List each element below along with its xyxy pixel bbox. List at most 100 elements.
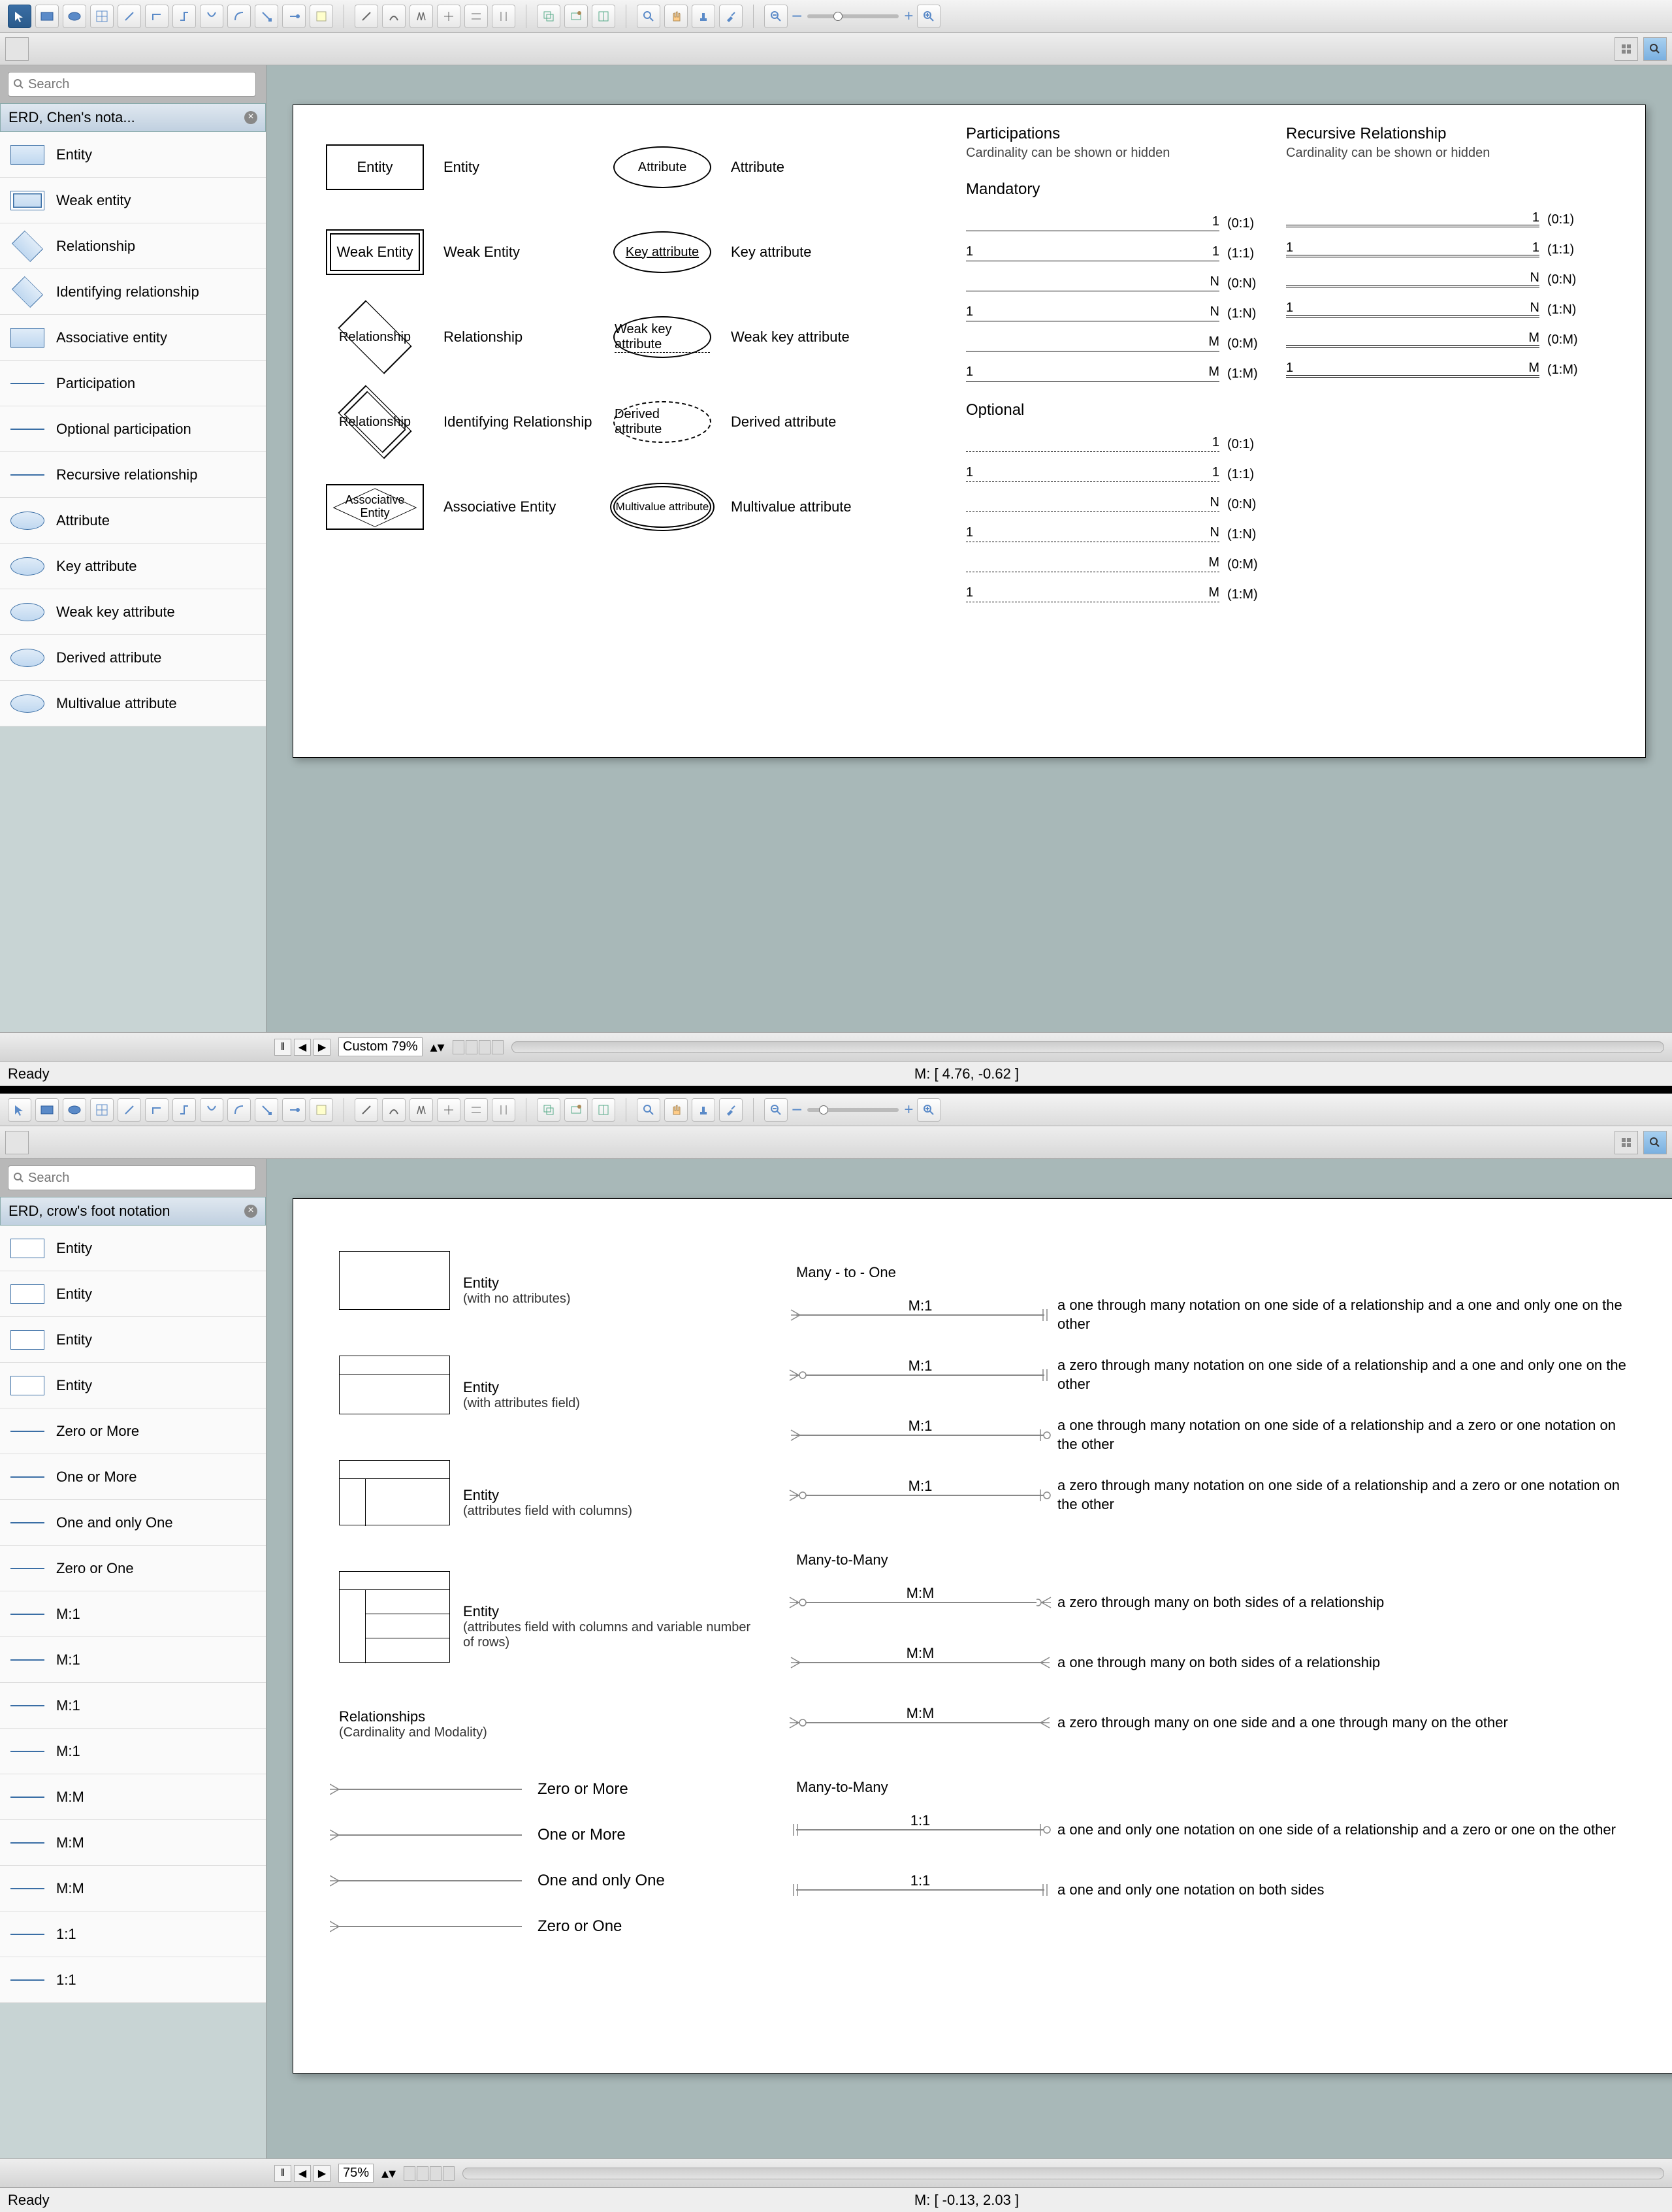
zoom-out-icon[interactable] (764, 1098, 788, 1122)
group-tool-1[interactable] (537, 5, 560, 28)
group-tool-3[interactable] (592, 1098, 615, 1122)
zoom-slider[interactable]: − + (792, 1099, 913, 1120)
sidebar-shape-item[interactable]: M:M (0, 1774, 266, 1820)
sidebar-shape-item[interactable]: Multivalue attribute (0, 681, 266, 726)
group-tool-2[interactable] (564, 1098, 588, 1122)
line-tool-2[interactable] (382, 1098, 406, 1122)
page-next[interactable]: ▶ (314, 2165, 330, 2182)
page-next[interactable]: ▶ (314, 1039, 330, 1056)
connector-tool-6[interactable] (255, 1098, 278, 1122)
sidebar-shape-item[interactable]: M:M (0, 1866, 266, 1911)
sidebar-shape-item[interactable]: One and only One (0, 1500, 266, 1546)
stamp-tool[interactable] (692, 5, 715, 28)
rect-tool[interactable] (35, 1098, 59, 1122)
group-tool-1[interactable] (537, 1098, 560, 1122)
connector-tool-5[interactable] (227, 1098, 251, 1122)
connector-tool-7[interactable] (282, 5, 306, 28)
eyedropper-tool[interactable] (719, 1098, 743, 1122)
zoom-in-icon[interactable] (917, 1098, 940, 1122)
grid-view-button[interactable] (1615, 1131, 1638, 1154)
line-tool-6[interactable] (492, 5, 515, 28)
sidebar-shape-item[interactable]: Entity (0, 1271, 266, 1317)
ellipse-tool[interactable] (63, 1098, 86, 1122)
sidebar-shape-item[interactable]: Participation (0, 361, 266, 406)
pointer-tool[interactable] (8, 1098, 31, 1122)
h-scrollbar[interactable] (511, 1041, 1664, 1053)
search-input[interactable] (8, 72, 256, 97)
page-first[interactable]: ‖ (274, 1039, 291, 1056)
line-tool-3[interactable] (410, 1098, 433, 1122)
sidebar-shape-item[interactable]: Identifying relationship (0, 269, 266, 315)
page-prev[interactable]: ◀ (294, 1039, 311, 1056)
zoom-in-tool[interactable] (637, 5, 660, 28)
sidebar-shape-item[interactable]: Key attribute (0, 544, 266, 589)
line-tool-6[interactable] (492, 1098, 515, 1122)
sidebar-shape-item[interactable]: M:1 (0, 1591, 266, 1637)
connector-tool-2[interactable] (145, 1098, 169, 1122)
panel-header[interactable]: ERD, crow's foot notation × (0, 1197, 266, 1226)
connector-tool-2[interactable] (145, 5, 169, 28)
connector-tool-7[interactable] (282, 1098, 306, 1122)
search-toggle-button[interactable] (1643, 37, 1667, 61)
panel-header[interactable]: ERD, Chen's nota... × (0, 103, 266, 132)
pointer-tool[interactable] (8, 5, 31, 28)
connector-tool-1[interactable] (118, 5, 141, 28)
table-tool[interactable] (90, 5, 114, 28)
line-tool-3[interactable] (410, 5, 433, 28)
sidebar-shape-item[interactable]: 1:1 (0, 1911, 266, 1957)
sidebar-shape-item[interactable]: M:1 (0, 1683, 266, 1729)
connector-tool-4[interactable] (200, 5, 223, 28)
sidebar-shape-item[interactable]: Entity (0, 1363, 266, 1408)
stamp-tool[interactable] (692, 1098, 715, 1122)
zoom-selector[interactable]: 75% (338, 2164, 374, 2183)
sidebar-shape-item[interactable]: Zero or One (0, 1546, 266, 1591)
canvas[interactable]: Entity (with no attributes) Entity (with… (293, 1198, 1672, 2074)
grid-view-button[interactable] (1615, 37, 1638, 61)
rect-tool[interactable] (35, 5, 59, 28)
tree-view-button[interactable] (5, 1131, 29, 1154)
sidebar-shape-item[interactable]: M:M (0, 1820, 266, 1866)
sidebar-shape-item[interactable]: Entity (0, 1226, 266, 1271)
canvas[interactable]: Entity Entity Attribute Attribute Weak E… (293, 105, 1646, 758)
zoom-in-tool[interactable] (637, 1098, 660, 1122)
connector-tool-1[interactable] (118, 1098, 141, 1122)
sidebar-shape-item[interactable]: Attribute (0, 498, 266, 544)
sidebar-shape-item[interactable]: One or More (0, 1454, 266, 1500)
sidebar-shape-item[interactable]: Derived attribute (0, 635, 266, 681)
sidebar-shape-item[interactable]: Associative entity (0, 315, 266, 361)
zoom-stepper[interactable]: ▴▾ (381, 2165, 396, 2182)
sidebar-shape-item[interactable]: Entity (0, 1317, 266, 1363)
zoom-slider[interactable]: − + (792, 6, 913, 27)
canvas-area[interactable]: Entity (with no attributes) Entity (with… (266, 1159, 1672, 2158)
connector-tool-3[interactable] (172, 5, 196, 28)
sidebar-shape-item[interactable]: Weak key attribute (0, 589, 266, 635)
ellipse-tool[interactable] (63, 5, 86, 28)
search-input[interactable] (8, 1165, 256, 1190)
zoom-selector[interactable]: Custom 79% (338, 1037, 423, 1056)
sidebar-shape-item[interactable]: Relationship (0, 223, 266, 269)
sidebar-shape-item[interactable]: Entity (0, 132, 266, 178)
connector-tool-3[interactable] (172, 1098, 196, 1122)
line-tool-5[interactable] (464, 5, 488, 28)
tree-view-button[interactable] (5, 37, 29, 61)
search-toggle-button[interactable] (1643, 1131, 1667, 1154)
sidebar-shape-item[interactable]: Optional participation (0, 406, 266, 452)
group-tool-2[interactable] (564, 5, 588, 28)
zoom-out-icon[interactable] (764, 5, 788, 28)
sidebar-shape-item[interactable]: 1:1 (0, 1957, 266, 2003)
group-tool-3[interactable] (592, 5, 615, 28)
connector-tool-6[interactable] (255, 5, 278, 28)
sidebar-shape-item[interactable]: Recursive relationship (0, 452, 266, 498)
page-thumbs[interactable] (404, 2166, 455, 2181)
sidebar-shape-item[interactable]: M:1 (0, 1637, 266, 1683)
zoom-stepper[interactable]: ▴▾ (430, 1039, 445, 1056)
line-tool-4[interactable] (437, 1098, 460, 1122)
line-tool-4[interactable] (437, 5, 460, 28)
sidebar-shape-item[interactable]: Weak entity (0, 178, 266, 223)
page-first[interactable]: ‖ (274, 2165, 291, 2182)
connector-tool-5[interactable] (227, 5, 251, 28)
panel-close-icon[interactable]: × (244, 111, 257, 124)
note-tool[interactable] (310, 5, 333, 28)
line-tool-2[interactable] (382, 5, 406, 28)
line-tool-1[interactable] (355, 5, 378, 28)
